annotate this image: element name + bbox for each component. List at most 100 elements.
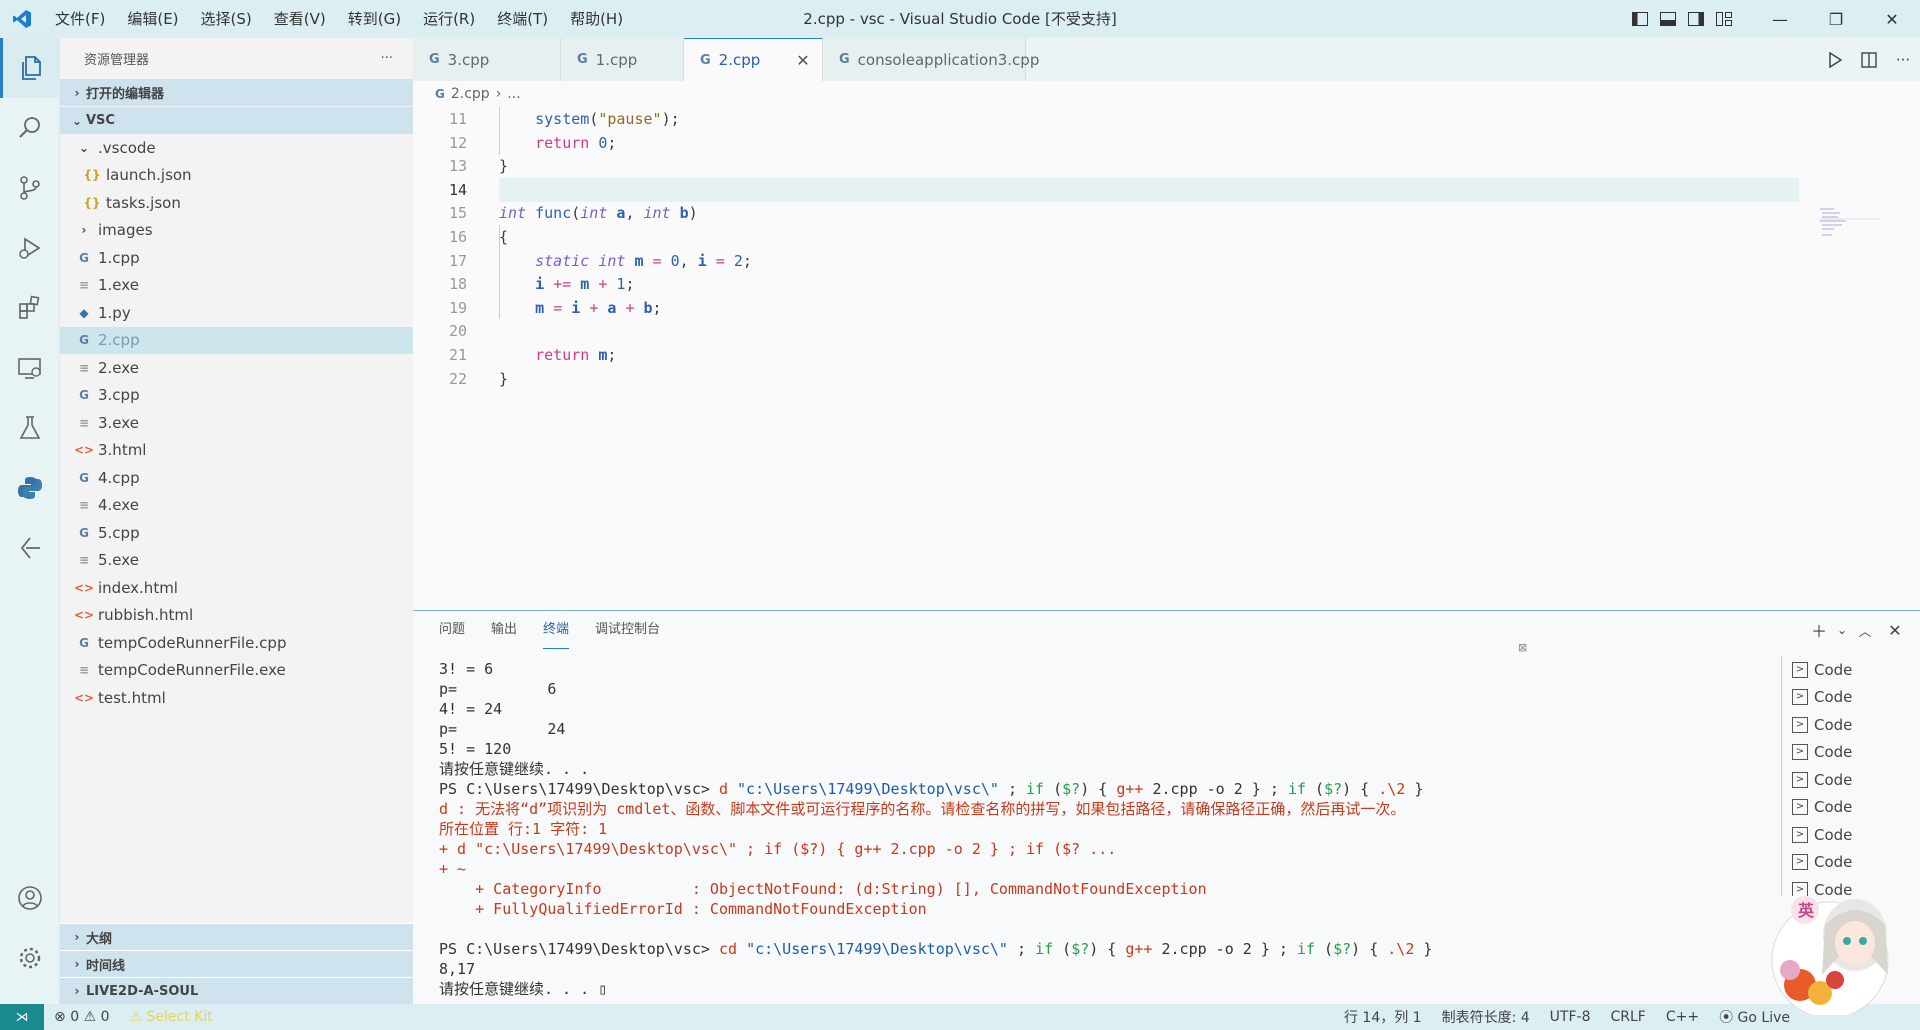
tree-file[interactable]: ≡ 3.exe: [60, 409, 413, 437]
menu-item[interactable]: 运行(R): [412, 0, 486, 38]
menu-item[interactable]: 转到(G): [337, 0, 412, 38]
tree-file[interactable]: <> 3.html: [60, 437, 413, 465]
tree-file[interactable]: <> rubbish.html: [60, 602, 413, 630]
toggle-sidebar-icon[interactable]: [1626, 0, 1654, 38]
terminal-instance[interactable]: > Code: [1782, 794, 1901, 822]
terminal-instance[interactable]: > Code: [1782, 711, 1901, 739]
tree-file[interactable]: <> index.html: [60, 574, 413, 602]
cursor-position[interactable]: 行 14，列 1: [1334, 1007, 1432, 1027]
indentation[interactable]: 制表符长度: 4: [1432, 1007, 1540, 1027]
chevron-up-icon[interactable]: ︿: [1850, 621, 1880, 640]
sidebar-section[interactable]: › 时间线: [60, 950, 413, 977]
panel-tab[interactable]: 问题: [439, 611, 465, 649]
code-text: }: [499, 369, 509, 388]
tree-file[interactable]: <> test.html: [60, 684, 413, 712]
toggle-panel-icon[interactable]: [1654, 0, 1682, 38]
search-icon[interactable]: [0, 98, 60, 158]
menu-item[interactable]: 终端(T): [486, 0, 559, 38]
breadcrumb-file[interactable]: 2.cpp: [451, 86, 490, 102]
tree-folder[interactable]: ⌄ .vscode: [60, 134, 413, 162]
run-debug-icon[interactable]: [0, 218, 60, 278]
tree-file[interactable]: G 1.cpp: [60, 244, 413, 272]
minimize-button[interactable]: —: [1752, 0, 1808, 38]
menu-item[interactable]: 帮助(H): [559, 0, 634, 38]
terminal-output[interactable]: 3! = 6 p= 6 4! = 24 p= 24 5! = 120 请按任意键继续. .…: [439, 659, 1739, 999]
extensions-icon[interactable]: [0, 278, 60, 338]
tree-file[interactable]: ◆ 1.py: [60, 299, 413, 327]
close-tab-icon[interactable]: ✕: [796, 51, 809, 70]
restore-button[interactable]: ❐: [1808, 0, 1864, 38]
panel-tab[interactable]: 输出: [491, 611, 517, 649]
more-actions-icon[interactable]: ···: [1886, 51, 1920, 69]
menu-item[interactable]: 编辑(E): [116, 0, 189, 38]
tree-file[interactable]: ≡ 1.exe: [60, 272, 413, 300]
tree-file[interactable]: ≡ tempCodeRunnerFile.exe: [60, 657, 413, 685]
tab-2-cpp[interactable]: G 2.cpp ✕: [684, 38, 823, 81]
breadcrumb-symbol[interactable]: ...: [507, 86, 520, 102]
tab-1-cpp[interactable]: G 1.cpp: [561, 38, 684, 81]
panel-tab[interactable]: 终端: [543, 611, 570, 649]
workspace-folder-section[interactable]: ⌄ VSC: [60, 107, 413, 134]
close-window-button[interactable]: ✕: [1864, 0, 1920, 38]
select-kit[interactable]: ⚠ Select Kit: [120, 1009, 223, 1025]
new-terminal-icon[interactable]: ＋: [1804, 618, 1834, 642]
language-mode[interactable]: C++: [1656, 1009, 1709, 1025]
open-editors-section[interactable]: › 打开的编辑器: [60, 79, 413, 106]
testing-icon[interactable]: [0, 398, 60, 458]
remote-indicator-icon[interactable]: ⋊: [0, 1004, 44, 1030]
toggle-secondary-sidebar-icon[interactable]: [1682, 0, 1710, 38]
customize-layout-icon[interactable]: [1710, 0, 1738, 38]
terminal-instance[interactable]: > Code: [1782, 656, 1901, 684]
tree-item-label: 2.exe: [98, 358, 139, 377]
tree-file[interactable]: G 5.cpp: [60, 519, 413, 547]
terminal-instance[interactable]: > Code: [1782, 739, 1901, 767]
menu-item[interactable]: 查看(V): [263, 0, 337, 38]
run-code-icon[interactable]: [1818, 51, 1852, 68]
close-panel-icon[interactable]: ✕: [1880, 621, 1910, 640]
live2d-mascot[interactable]: 英: [1760, 875, 1920, 1019]
minimap[interactable]: [1820, 207, 1880, 247]
source-control-icon[interactable]: [0, 158, 60, 218]
settings-gear-icon[interactable]: [0, 928, 60, 988]
tree-file[interactable]: G 3.cpp: [60, 382, 413, 410]
terminal-instance[interactable]: > Code: [1782, 849, 1901, 877]
code-line: 15 int func(int a, int b): [413, 201, 1813, 225]
explorer-icon[interactable]: [0, 38, 60, 98]
terminal-instance[interactable]: > Code: [1782, 684, 1901, 712]
terminal-instance[interactable]: > Code: [1782, 766, 1901, 794]
chevron-down-icon[interactable]: ⌄: [1834, 623, 1850, 637]
encoding[interactable]: UTF-8: [1540, 1009, 1601, 1025]
split-editor-icon[interactable]: [1852, 51, 1886, 68]
terminal-line: p= 24: [439, 720, 566, 738]
maximize-panel-icon[interactable]: ⊠: [1518, 641, 1527, 654]
explorer-more-icon[interactable]: ···: [381, 51, 393, 66]
tree-folder[interactable]: › images: [60, 217, 413, 245]
tree-file[interactable]: ≡ 2.exe: [60, 354, 413, 382]
tree-file[interactable]: ≡ 5.exe: [60, 547, 413, 575]
sidebar-section[interactable]: › LIVE2D-A-SOUL: [60, 977, 413, 1004]
panel-tab[interactable]: 调试控制台: [595, 611, 660, 649]
tree-file[interactable]: GtempCodeRunnerFile.cpp: [60, 629, 413, 657]
terminal-icon: >: [1792, 689, 1808, 706]
tree-file[interactable]: G 4.cpp: [60, 464, 413, 492]
problems-status[interactable]: ⊗ 0 ⚠ 0: [44, 1009, 120, 1025]
account-icon[interactable]: [0, 868, 60, 928]
sidebar-section[interactable]: › 大纲: [60, 923, 413, 950]
menu-item[interactable]: 文件(F): [44, 0, 116, 38]
tree-file[interactable]: G 2.cpp: [60, 326, 413, 354]
cpp-file-icon: G: [79, 470, 89, 485]
remote-explorer-icon[interactable]: [0, 338, 60, 398]
tree-file[interactable]: {} launch.json: [60, 162, 413, 190]
tab-consoleapplication3-cpp[interactable]: Gconsoleapplication3.cpp: [823, 38, 1039, 81]
terminal-instance[interactable]: > Code: [1782, 821, 1901, 849]
code-text: {: [499, 228, 509, 246]
tab-3-cpp[interactable]: G 3.cpp: [413, 38, 561, 81]
python-icon[interactable]: [0, 458, 60, 518]
tree-file[interactable]: ≡ 4.exe: [60, 492, 413, 520]
live-share-icon[interactable]: [0, 518, 60, 578]
tree-file[interactable]: {} tasks.json: [60, 189, 413, 217]
line-ending[interactable]: CRLF: [1600, 1009, 1655, 1025]
code-editor[interactable]: 11 system("pause"); 12 return 0; 13} 14 15 in…: [413, 107, 1920, 610]
menu-item[interactable]: 选择(S): [190, 0, 263, 38]
explorer-title: 资源管理器: [84, 53, 150, 68]
